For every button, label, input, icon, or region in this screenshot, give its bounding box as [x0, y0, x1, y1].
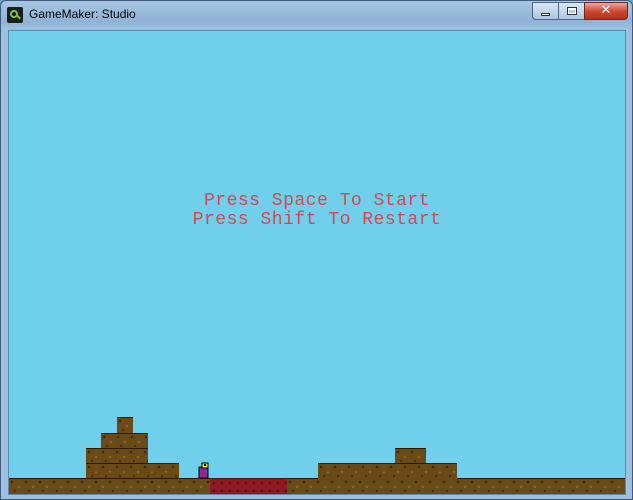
gamemaker-app-icon[interactable]	[7, 7, 23, 23]
app-window: GameMaker: Studio ✕ Press Space To Start…	[0, 0, 633, 500]
game-canvas[interactable]: Press Space To Start Press Shift To Rest…	[8, 30, 626, 495]
caption-buttons: ✕	[532, 2, 628, 21]
lava-pit	[210, 478, 287, 494]
close-icon: ✕	[600, 3, 612, 18]
terrain-block	[318, 463, 457, 479]
terrain-block	[86, 448, 148, 464]
ground-strip	[287, 478, 625, 494]
maximize-icon	[567, 7, 577, 15]
title-bar[interactable]: GameMaker: Studio ✕	[1, 1, 632, 29]
maximize-button[interactable]	[558, 2, 584, 20]
start-prompt: Press Space To Start	[203, 191, 431, 211]
terrain-block	[117, 417, 133, 433]
window-title: GameMaker: Studio	[29, 7, 136, 21]
terrain-block	[86, 463, 179, 479]
minimize-icon	[541, 13, 550, 16]
minimize-button[interactable]	[532, 2, 558, 20]
terrain-block	[395, 448, 426, 464]
player-character	[198, 462, 209, 478]
ground-strip	[9, 478, 210, 494]
close-button[interactable]: ✕	[584, 2, 628, 20]
terrain-block	[101, 433, 148, 449]
restart-prompt: Press Shift To Restart	[192, 210, 442, 230]
